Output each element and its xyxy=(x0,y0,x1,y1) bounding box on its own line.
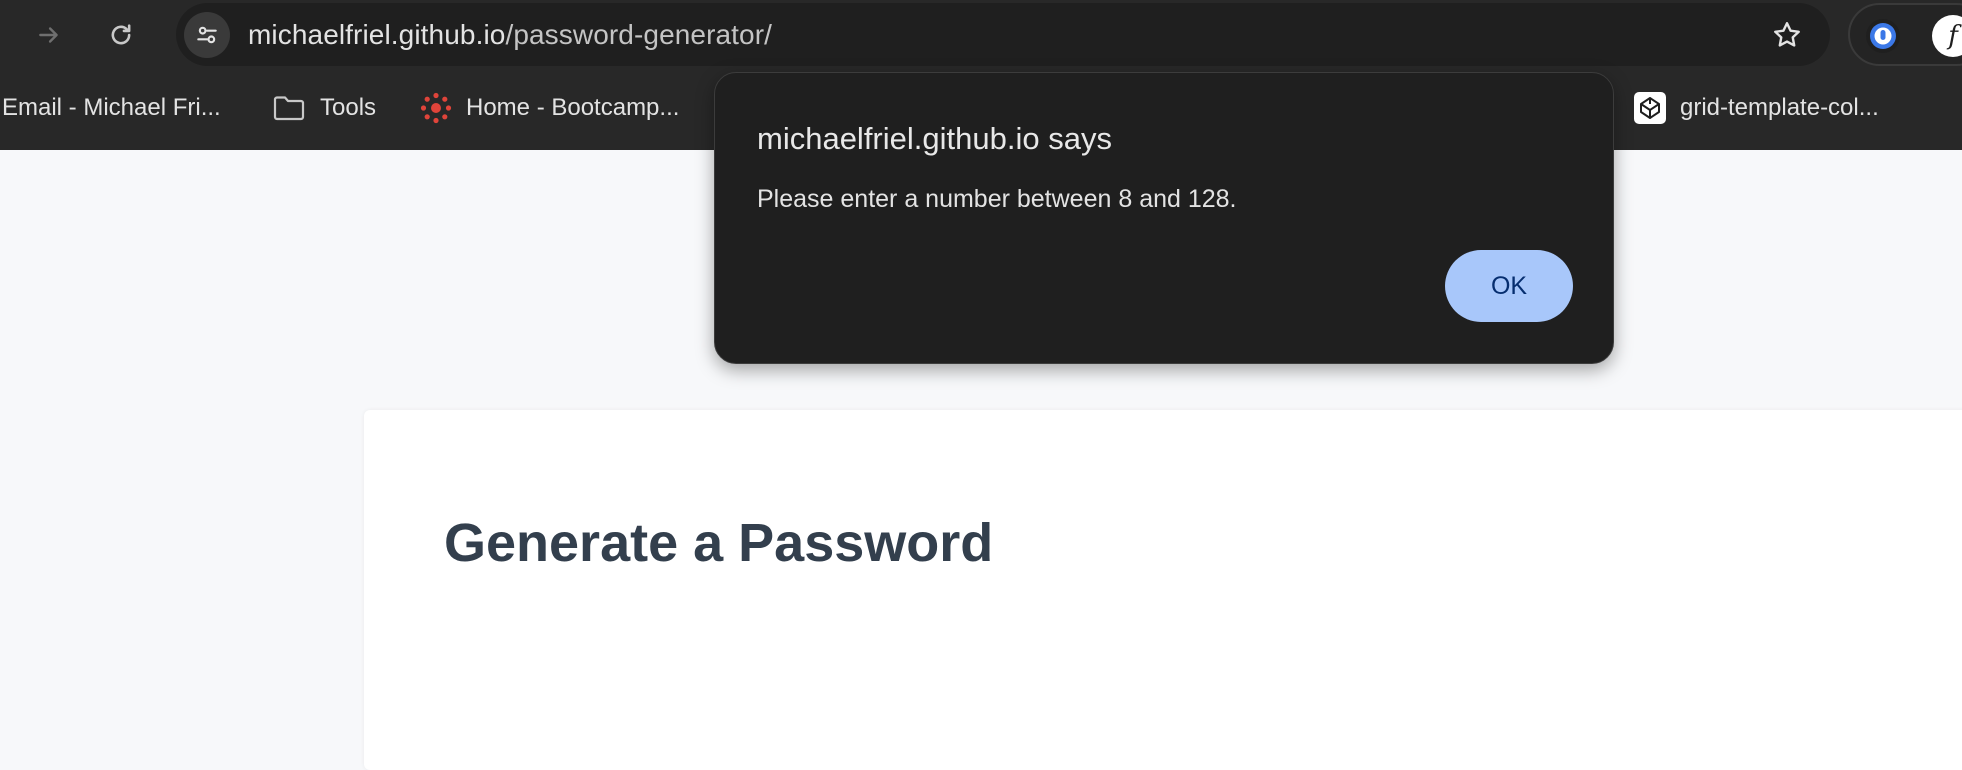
bookmark-label: Tools xyxy=(320,94,377,121)
browser-toolbar: michaelfriel.github.io/password-generato… xyxy=(0,0,1962,68)
extension-2-glyph: f xyxy=(1948,21,1958,51)
canvas-logo-icon xyxy=(420,92,452,124)
tune-icon xyxy=(197,26,217,44)
bookmark-folder-tools[interactable]: Tools xyxy=(272,88,376,128)
forward-button[interactable] xyxy=(28,14,70,56)
page-title: Generate a Password xyxy=(444,513,994,573)
bookmark-label: grid-template-col... xyxy=(1680,94,1879,121)
extensions-area: f xyxy=(1848,3,1962,66)
folder-icon xyxy=(272,94,306,122)
extension-2-button[interactable]: f xyxy=(1932,15,1962,57)
bookmark-star-button[interactable] xyxy=(1768,16,1806,54)
address-bar[interactable]: michaelfriel.github.io/password-generato… xyxy=(176,3,1830,66)
bookmark-label: Email - Michael Fri... xyxy=(2,94,221,121)
star-icon xyxy=(1774,22,1800,47)
ok-button[interactable]: OK xyxy=(1445,250,1573,322)
alert-dialog: michaelfriel.github.io says Please enter… xyxy=(714,72,1614,364)
url-text[interactable]: michaelfriel.github.io/password-generato… xyxy=(248,19,772,51)
extension-1-button[interactable] xyxy=(1866,19,1900,53)
bookmark-email[interactable]: Email - Michael Fri... xyxy=(2,88,221,128)
bookmark-grid-template[interactable]: grid-template-col... xyxy=(1634,88,1879,128)
bookmark-label: Home - Bootcamp... xyxy=(466,94,680,121)
password-card: Generate a Password xyxy=(364,410,1962,770)
reload-icon xyxy=(111,24,131,45)
dialog-title: michaelfriel.github.io says xyxy=(757,121,1112,156)
codepen-icon xyxy=(1634,92,1666,124)
url-path: /password-generator/ xyxy=(505,19,773,50)
reload-button[interactable] xyxy=(100,14,142,56)
site-info-button[interactable] xyxy=(184,12,230,58)
arrow-right-icon xyxy=(39,27,58,43)
dialog-message: Please enter a number between 8 and 128. xyxy=(757,185,1237,213)
extension-icon xyxy=(1870,23,1896,49)
url-host: michaelfriel.github.io xyxy=(248,19,506,50)
bookmark-home-bootcamp[interactable]: Home - Bootcamp... xyxy=(420,88,679,128)
